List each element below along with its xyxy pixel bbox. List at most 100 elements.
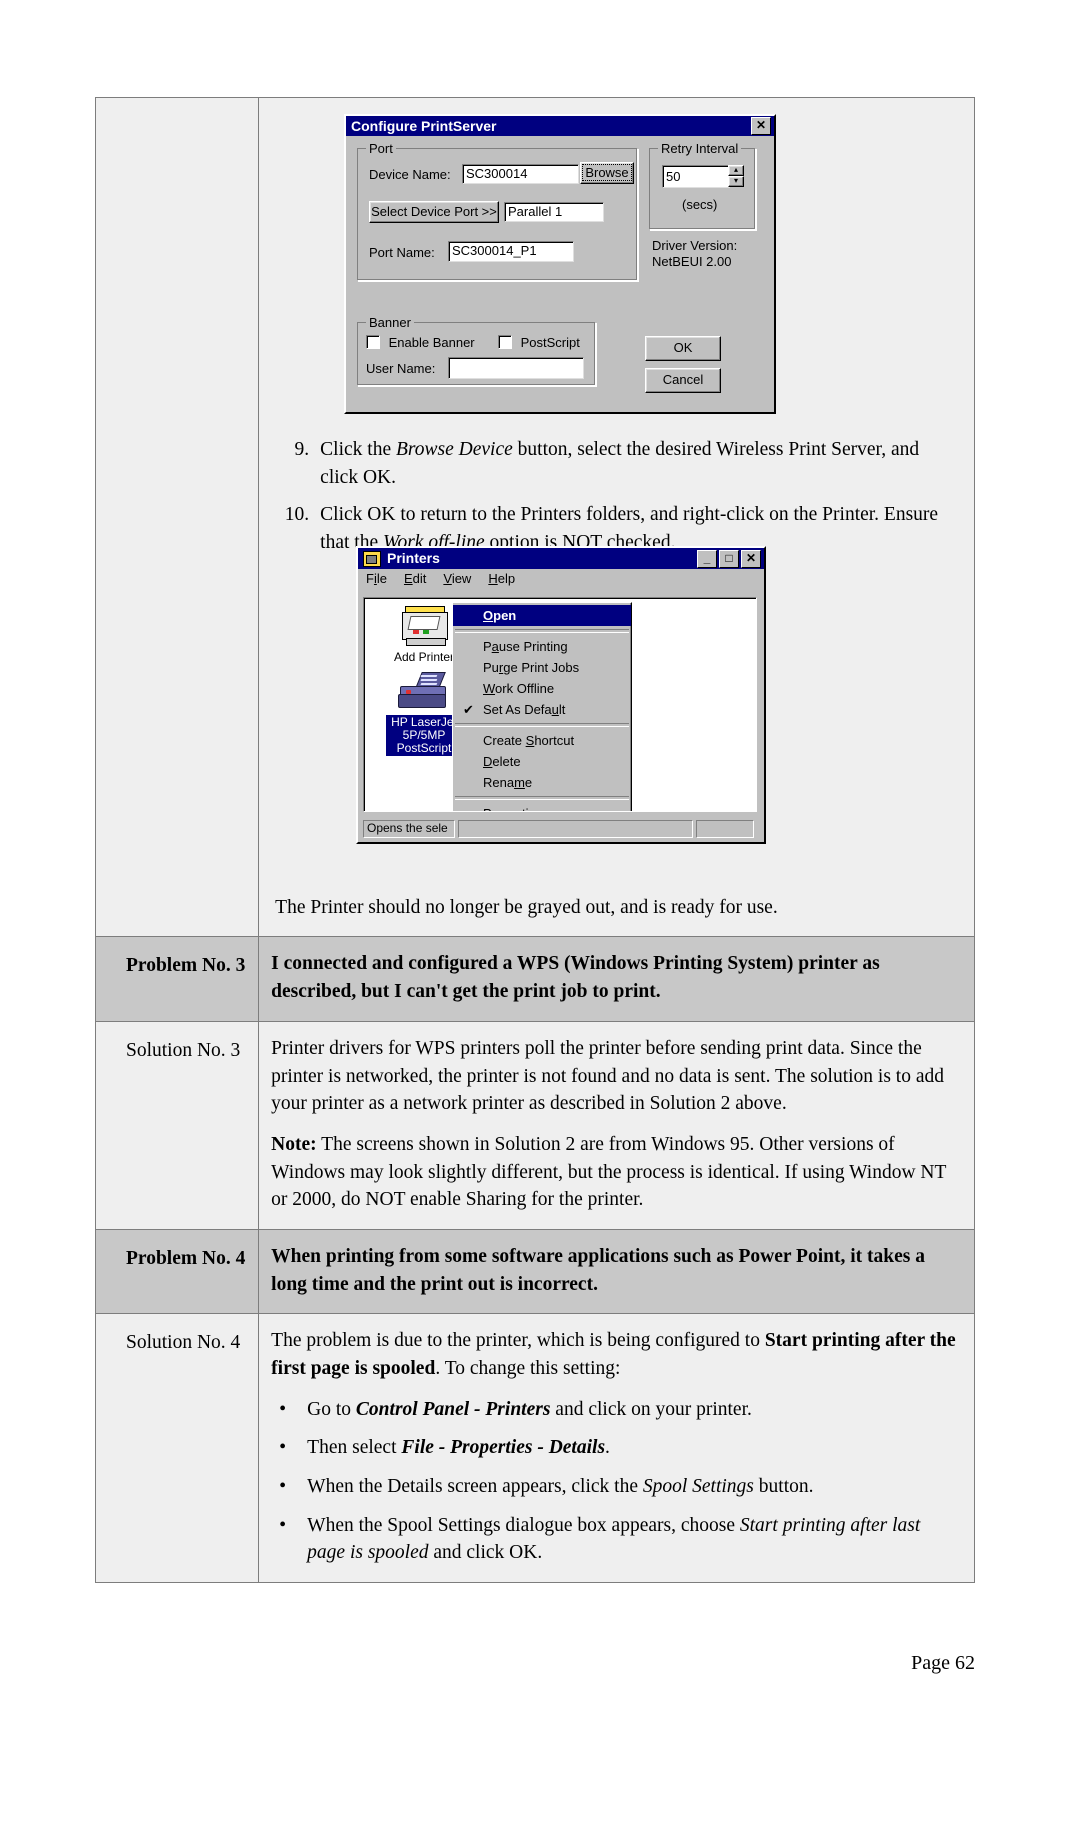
note-text: The screens shown in Solution 2 are from… (271, 1133, 947, 1211)
step-number: 10. (284, 504, 310, 526)
menu-separator (455, 629, 629, 633)
numbered-steps-list: 9. Click the Browse Device button, select… (275, 436, 958, 557)
postscript-checkbox[interactable]: PostScript (498, 335, 580, 350)
select-device-port-button[interactable]: Select Device Port >> (369, 201, 499, 223)
retry-interval-legend: Retry Interval (658, 141, 742, 156)
solution-3-body: Printer drivers for WPS printers poll th… (259, 1022, 974, 1229)
printers-title-group: Printers (363, 548, 440, 569)
list-item: Then select File - Properties - Details. (271, 1433, 958, 1462)
menu-item-pause-printing[interactable]: Pause Printing (453, 636, 631, 657)
minimize-icon[interactable]: _ (697, 549, 717, 568)
status-text: Opens the sele (363, 819, 455, 838)
list-item: Go to Control Panel - Printers and click… (271, 1395, 958, 1424)
user-name-label: User Name: (366, 361, 436, 376)
enable-banner-checkbox[interactable]: Enable Banner (366, 335, 475, 350)
cancel-button[interactable]: Cancel (645, 368, 721, 393)
device-name-input[interactable]: SC300014 (462, 164, 579, 184)
printer-context-menu: Open Pause Printing Purge Print Jobs Work O… (452, 602, 632, 811)
solution-4-text-cell: The problem is due to the printer, which… (258, 1313, 975, 1584)
port-name-input[interactable]: SC300014_P1 (448, 241, 574, 262)
menu-item-file[interactable]: File (366, 571, 387, 586)
menu-item-label: Create Shortcut (483, 733, 575, 748)
menu-item-delete[interactable]: Delete (453, 751, 631, 772)
maximize-icon[interactable]: □ (719, 549, 739, 568)
menu-item-edit[interactable]: Edit (404, 571, 426, 586)
printers-folder-icon (363, 550, 381, 567)
checkbox-icon[interactable] (498, 335, 512, 349)
checkbox-icon[interactable] (366, 335, 380, 349)
status-pane-tertiary (696, 819, 754, 838)
configure-printserver-dialog: Configure PrintServer ✕ Port Device Name… (344, 114, 776, 414)
empty-label-cell (94, 96, 260, 938)
menu-item-label: Set As Default (483, 702, 566, 717)
table-row-problem-3: Problem No. 3 I connected and configured… (94, 936, 975, 1022)
close-icon[interactable]: ✕ (751, 117, 771, 135)
spinner-down-icon[interactable]: ▾ (728, 176, 744, 187)
list-item: When the Details screen appears, click t… (271, 1472, 958, 1501)
solution-3-label-cell: Solution No. 3 (94, 1020, 260, 1230)
postscript-label: PostScript (520, 335, 580, 350)
menu-item-properties[interactable]: Properties (453, 803, 631, 811)
solution-4-bullet-list: Go to Control Panel - Printers and click… (271, 1395, 958, 1567)
table-row-solution-3: Solution No. 3 Printer drivers for WPS p… (94, 1020, 975, 1230)
close-icon[interactable]: ✕ (741, 549, 761, 568)
problem-3-text: I connected and configured a WPS (Window… (271, 953, 880, 1003)
printers-window-title: Printers (387, 550, 440, 566)
ok-button[interactable]: OK (645, 336, 721, 361)
printer-icon (396, 672, 452, 712)
spinner-up-icon[interactable]: ▴ (728, 165, 744, 176)
table-row-solution-4: Solution No. 4 The problem is due to the… (94, 1313, 975, 1584)
port-group-legend: Port (366, 141, 396, 156)
page-number: Page 62 (911, 1652, 975, 1674)
menu-separator (455, 796, 629, 800)
printers-titlebar: Printers _ □ ✕ (358, 548, 764, 569)
printers-window-buttons: _ □ ✕ (697, 549, 761, 568)
menu-item-label: Pause Printing (483, 639, 568, 654)
menu-item-label: Properties (483, 806, 542, 811)
note-label: Note: (271, 1133, 317, 1155)
retry-interval-spinner[interactable]: ▴ ▾ (728, 165, 744, 187)
menu-item-label: Delete (483, 754, 521, 769)
driver-version-info: Driver Version: NetBEUI 2.00 (652, 238, 737, 270)
problem-3-label-cell: Problem No. 3 (94, 936, 260, 1022)
solution-3-text-cell: Printer drivers for WPS printers poll th… (258, 1020, 975, 1230)
menu-item-open[interactable]: Open (453, 605, 631, 626)
solution-4-intro-a: The problem is due to the printer, which… (271, 1330, 765, 1352)
menu-item-label: Purge Print Jobs (483, 660, 580, 675)
solution-3-note: Note: The screens shown in Solution 2 ar… (271, 1131, 958, 1214)
menu-item-help[interactable]: Help (488, 571, 515, 586)
retry-interval-input[interactable]: 50 (662, 165, 730, 188)
driver-version-label: Driver Version: (652, 238, 738, 253)
problem-3-text-cell: I connected and configured a WPS (Window… (258, 936, 975, 1022)
banner-group-legend: Banner (366, 315, 414, 330)
browse-button-label: Browse (582, 164, 632, 181)
check-icon: ✔ (463, 702, 474, 717)
solution-4-label-cell: Solution No. 4 (94, 1313, 260, 1584)
solution-4-intro: The problem is due to the printer, which… (271, 1327, 958, 1382)
driver-version-value: NetBEUI 2.00 (652, 254, 732, 269)
menu-item-create-shortcut[interactable]: Create Shortcut (453, 730, 631, 751)
menu-item-set-as-default[interactable]: ✔ Set As Default (453, 699, 631, 720)
port-groupbox: Port Device Name: SC300014 Browse Select… (357, 141, 638, 281)
retry-interval-groupbox: Retry Interval 50 ▴ ▾ (secs) (649, 141, 756, 230)
user-name-input[interactable] (448, 357, 584, 379)
menu-item-work-offline[interactable]: Work Offline (453, 678, 631, 699)
menu-item-view[interactable]: View (443, 571, 471, 586)
document-page: 9. Click the Browse Device button, select… (0, 0, 1080, 1822)
solution-4-intro-c: . To change this setting: (435, 1358, 621, 1379)
browse-button[interactable]: Browse (580, 162, 634, 184)
problem-4-text-cell: When printing from some software applica… (258, 1228, 975, 1315)
device-port-value: Parallel 1 (504, 202, 604, 222)
problem-4-label: Problem No. 4 (126, 1247, 246, 1269)
solution-4-body: The problem is due to the printer, which… (259, 1314, 974, 1582)
table-row-problem-4: Problem No. 4 When printing from some so… (94, 1228, 975, 1315)
numbered-step: 9. Click the Browse Device button, select… (275, 436, 958, 491)
menu-item-purge-print-jobs[interactable]: Purge Print Jobs (453, 657, 631, 678)
step-number: 9. (294, 439, 310, 460)
menu-item-rename[interactable]: Rename (453, 772, 631, 793)
device-name-label: Device Name: (369, 167, 451, 182)
problem-4-label-cell: Problem No. 4 (94, 1228, 260, 1315)
caption-after-printers: The Printer should no longer be grayed o… (275, 896, 778, 918)
printers-window: Printers _ □ ✕ File Edit View Help Add P… (356, 546, 766, 844)
solution-4-label: Solution No. 4 (126, 1332, 241, 1354)
